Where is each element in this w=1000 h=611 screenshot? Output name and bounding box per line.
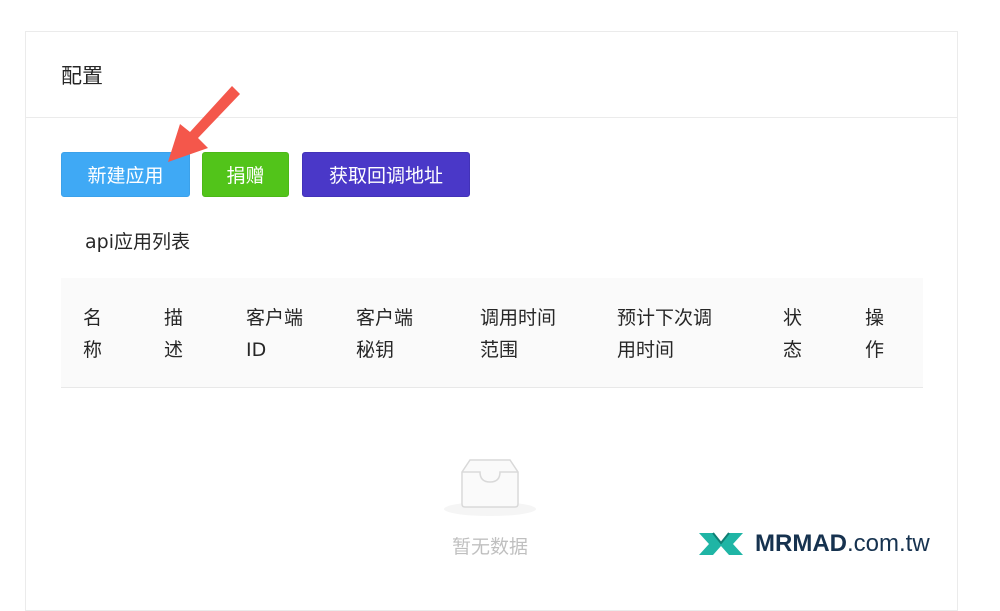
card-title: 配置 [61,63,103,88]
empty-text: 暂无数据 [451,536,528,558]
column-header-status: 状 态 [783,307,803,361]
empty-inbox-icon [444,459,536,516]
app-list-title: api应用列表 [85,231,190,253]
mrmad-logo: MRMAD.com.tw [697,526,930,562]
column-header-actions: 操 作 [865,307,885,361]
column-header-client-id: 客户端 ID [246,307,304,361]
column-header-client-secret: 客户端 秘钥 [356,307,414,361]
logo-brand: MRMAD [755,530,847,557]
mrmad-logo-icon [699,532,743,555]
column-header-name: 名 称 [83,307,103,361]
get-callback-url-button[interactable]: 获取回调地址 [302,152,470,197]
column-header-next-call-time: 预计下次调 用时间 [617,307,713,361]
column-header-call-time-range: 调用时间 范围 [480,307,557,361]
logo-suffix: .com.tw [846,530,930,557]
red-arrow-icon [168,86,240,162]
empty-state: 暂无数据 [430,452,550,592]
column-header-description: 描 述 [164,307,184,361]
table-header: 名 称 描 述 客户端 ID 客户端 秘钥 调用时间 范围 预计下次调 用时间 … [61,278,923,388]
